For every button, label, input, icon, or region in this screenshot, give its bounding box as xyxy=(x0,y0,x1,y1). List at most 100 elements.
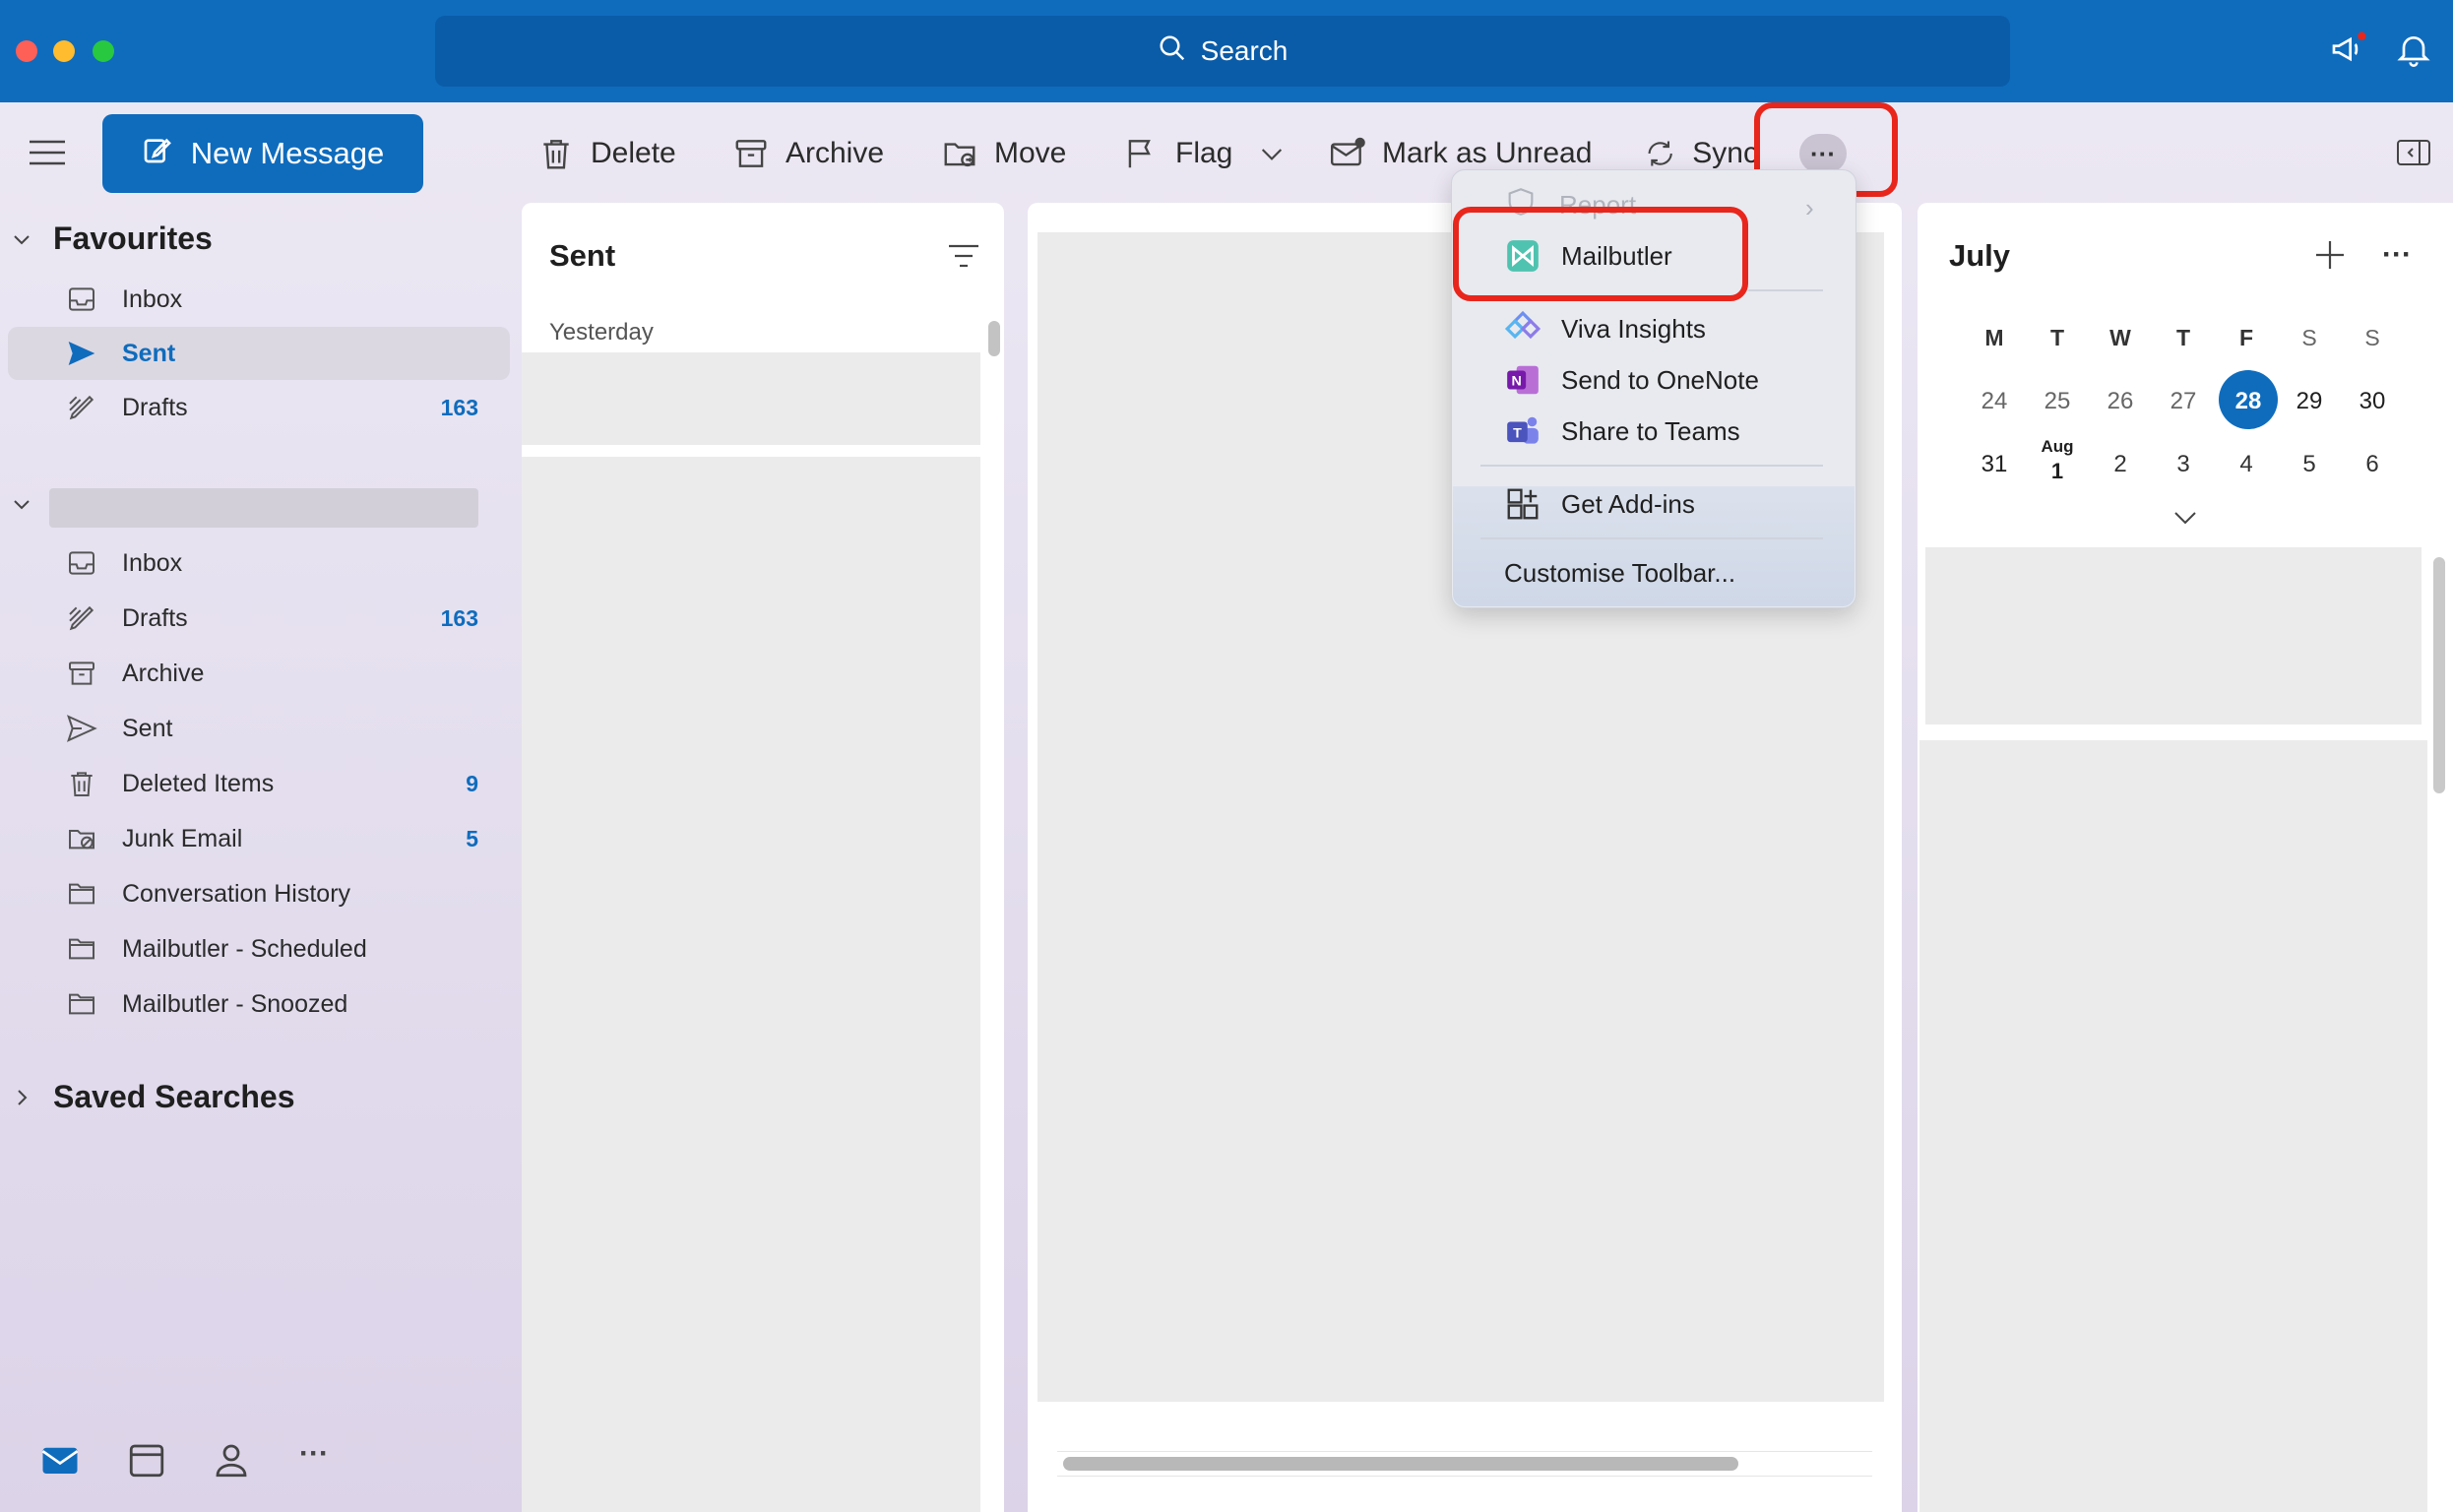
calendar-day[interactable]: 31 xyxy=(1963,451,2026,478)
search-label: Search xyxy=(1200,35,1289,66)
calendar-day[interactable]: 1 xyxy=(2026,459,2089,484)
menu-item-get-add-ins[interactable]: Get Add-ins xyxy=(1504,478,1695,530)
expand-calendar-chevron-icon[interactable] xyxy=(2171,508,2199,528)
flag-dropdown-chevron-icon[interactable] xyxy=(1256,138,1288,169)
sent-icon xyxy=(65,337,98,370)
menu-item-customise-toolbar[interactable]: Customise Toolbar... xyxy=(1504,547,1735,598)
mail-icon[interactable] xyxy=(39,1439,81,1480)
calendar-day[interactable]: 6 xyxy=(2341,451,2404,478)
saved-searches-header[interactable]: Saved Searches xyxy=(10,1079,295,1115)
menu-item-viva-insights[interactable]: Viva Insights xyxy=(1504,303,1706,354)
chevron-down-icon xyxy=(14,234,30,244)
sidebar-item-mailbutler-snoozed[interactable]: Mailbutler - Snoozed xyxy=(65,980,478,1028)
calendar-more-icon[interactable]: ··· xyxy=(2382,238,2412,272)
archive-icon xyxy=(65,657,98,690)
folder-label: Inbox xyxy=(122,284,183,313)
sidebar-item-mailbutler-scheduled[interactable]: Mailbutler - Scheduled xyxy=(65,925,478,973)
calendar-scrollbar[interactable] xyxy=(2433,557,2445,793)
sidebar-item-favourite-drafts[interactable]: Drafts 163 xyxy=(65,384,478,431)
sidebar-item-favourite-inbox[interactable]: Inbox xyxy=(65,276,478,323)
weekday-label: T xyxy=(2049,325,2065,350)
menu-item-label: Viva Insights xyxy=(1561,313,1706,344)
chevron-right-icon xyxy=(18,1089,28,1105)
weekday-label: W xyxy=(2109,325,2131,350)
bell-icon[interactable] xyxy=(2394,30,2433,69)
agenda-placeholder xyxy=(1925,547,2422,724)
hamburger-menu-icon[interactable] xyxy=(28,138,67,167)
calendar-day[interactable]: 25 xyxy=(2026,388,2089,415)
calendar-day[interactable]: 3 xyxy=(2152,451,2215,478)
toggle-pane-icon[interactable] xyxy=(2396,138,2431,167)
menu-item-label: Share to Teams xyxy=(1561,415,1740,446)
menu-item-label: Get Add-ins xyxy=(1561,488,1695,519)
folder-label: Inbox xyxy=(122,548,183,577)
delete-button[interactable]: Delete xyxy=(537,126,676,181)
move-button[interactable]: Move xyxy=(941,126,1066,181)
archive-button[interactable]: Archive xyxy=(732,126,884,181)
message-list-scrollbar[interactable] xyxy=(988,321,1000,356)
account-name-redacted[interactable] xyxy=(49,488,478,528)
delete-label: Delete xyxy=(591,137,676,169)
calendar-day[interactable]: 2 xyxy=(2089,451,2152,478)
menu-item-share-to-teams[interactable]: T Share to Teams xyxy=(1504,406,1740,457)
sidebar-item-favourite-sent[interactable]: Sent xyxy=(65,330,478,377)
folder-label: Sent xyxy=(122,714,173,742)
folder-label: Mailbutler - Scheduled xyxy=(122,934,367,963)
sidebar-item-drafts[interactable]: Drafts 163 xyxy=(65,595,478,642)
account-chevron-down-icon[interactable] xyxy=(10,492,33,521)
close-window-button[interactable] xyxy=(16,40,37,62)
menu-item-label: Send to OneNote xyxy=(1561,364,1759,395)
favourites-header[interactable]: Favourites xyxy=(10,220,213,257)
unread-count: 5 xyxy=(466,825,478,851)
drafts-icon xyxy=(65,391,98,424)
people-icon[interactable] xyxy=(211,1439,252,1480)
folder-label: Junk Email xyxy=(122,824,243,852)
calendar-icon[interactable] xyxy=(126,1439,167,1480)
sync-icon xyxy=(1648,141,1672,166)
trash-icon xyxy=(543,140,569,169)
zoom-window-button[interactable] xyxy=(93,40,114,62)
archive-icon xyxy=(735,140,767,167)
calendar-day-today[interactable]: 28 xyxy=(2217,388,2280,415)
junk-icon xyxy=(65,822,98,855)
message-row-placeholder[interactable] xyxy=(522,352,980,445)
calendar-day[interactable]: 4 xyxy=(2215,451,2278,478)
message-list-title: Sent xyxy=(549,238,616,273)
megaphone-icon[interactable] xyxy=(2329,30,2368,69)
calendar-day[interactable]: 24 xyxy=(1963,388,2026,415)
folder-label: Archive xyxy=(122,659,205,687)
unread-count: 163 xyxy=(440,394,478,420)
inbox-icon xyxy=(65,546,98,580)
new-message-button[interactable]: New Message xyxy=(102,114,423,193)
horizontal-scrollbar[interactable] xyxy=(1063,1457,1738,1471)
calendar-day[interactable]: 27 xyxy=(2152,388,2215,415)
sent-icon xyxy=(65,712,98,745)
unread-count: 9 xyxy=(466,770,478,796)
flag-button[interactable]: Flag xyxy=(1122,126,1232,181)
weekday-label: S xyxy=(2364,325,2380,350)
calendar-day[interactable]: 29 xyxy=(2278,388,2341,415)
saved-searches-title: Saved Searches xyxy=(53,1079,295,1114)
menu-item-send-to-onenote[interactable]: N Send to OneNote xyxy=(1504,354,1759,406)
sidebar-item-junk-email[interactable]: Junk Email 5 xyxy=(65,815,478,862)
sidebar-item-inbox[interactable]: Inbox xyxy=(65,539,478,587)
minimize-window-button[interactable] xyxy=(53,40,75,62)
search-bar[interactable]: Search xyxy=(435,16,2010,87)
sync-label: Sync xyxy=(1692,137,1758,169)
more-apps-icon[interactable]: ··· xyxy=(299,1439,341,1480)
new-message-label: New Message xyxy=(190,136,385,170)
add-event-icon[interactable] xyxy=(2313,238,2347,272)
folder-label: Deleted Items xyxy=(122,769,275,797)
calendar-day[interactable]: 26 xyxy=(2089,388,2152,415)
archive-label: Archive xyxy=(786,137,885,169)
filter-icon[interactable] xyxy=(947,242,980,270)
sidebar-item-archive[interactable]: Archive xyxy=(65,650,478,697)
folder-label: Drafts xyxy=(122,393,188,421)
sidebar-item-deleted-items[interactable]: Deleted Items 9 xyxy=(65,760,478,807)
onenote-icon: N xyxy=(1504,361,1541,399)
sidebar-item-sent[interactable]: Sent xyxy=(65,705,478,752)
calendar-day[interactable]: 30 xyxy=(2341,388,2404,415)
calendar-day[interactable]: 5 xyxy=(2278,451,2341,478)
sidebar-item-conversation-history[interactable]: Conversation History xyxy=(65,870,478,917)
folder-icon xyxy=(65,932,98,966)
